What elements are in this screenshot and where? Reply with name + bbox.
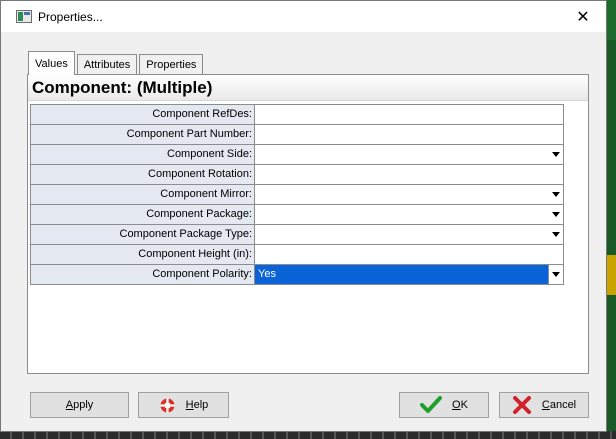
- property-row: Component Rotation:: [31, 165, 563, 185]
- property-label: Component RefDes:: [31, 105, 255, 124]
- close-button[interactable]: ✕: [560, 1, 606, 32]
- property-label: Component Part Number:: [31, 125, 255, 144]
- dropdown-arrow-icon[interactable]: [548, 185, 563, 204]
- property-input[interactable]: [255, 165, 563, 184]
- property-dropdown[interactable]: [255, 205, 563, 224]
- values-panel: Component: (Multiple) Component RefDes: C…: [27, 74, 589, 374]
- ok-label: K: [460, 399, 468, 411]
- properties-dialog: Properties... ✕ Values Attributes Proper…: [0, 0, 607, 432]
- property-row: Component Package:: [31, 205, 563, 225]
- apply-mnemonic: A: [65, 399, 74, 411]
- dropdown-arrow-icon[interactable]: [548, 225, 563, 244]
- property-label: Component Side:: [31, 145, 255, 164]
- property-row: Component Part Number:: [31, 125, 563, 145]
- property-dropdown[interactable]: [255, 185, 563, 204]
- property-label: Component Height (in):: [31, 245, 255, 264]
- property-dropdown[interactable]: [255, 145, 563, 164]
- dropdown-arrow-icon[interactable]: [548, 265, 563, 284]
- panel-title: Component: (Multiple): [28, 75, 588, 101]
- ok-button[interactable]: OK: [399, 392, 489, 418]
- help-button[interactable]: Help: [138, 392, 229, 418]
- property-input[interactable]: [255, 245, 563, 264]
- property-label: Component Rotation:: [31, 165, 255, 184]
- background-app-right: [606, 40, 616, 439]
- background-app-trace-right: [606, 255, 616, 295]
- close-icon: ✕: [576, 8, 590, 26]
- title-bar[interactable]: Properties... ✕: [1, 1, 606, 32]
- tab-values[interactable]: Values: [28, 51, 75, 75]
- apply-button[interactable]: Apply: [30, 392, 129, 418]
- tab-attributes[interactable]: Attributes: [76, 54, 138, 74]
- cancel-label: ancel: [549, 399, 577, 411]
- property-label: Component Package:: [31, 205, 255, 224]
- ok-mnemonic: O: [452, 399, 461, 411]
- property-label: Component Polarity:: [31, 265, 255, 284]
- property-value: Yes: [258, 268, 276, 280]
- property-row: Component RefDes:: [31, 105, 563, 125]
- property-row: Component Side:: [31, 145, 563, 165]
- app-icon: [16, 10, 32, 23]
- tab-properties[interactable]: Properties: [139, 54, 204, 74]
- property-input[interactable]: [255, 125, 563, 144]
- property-row: Component Height (in):: [31, 245, 563, 265]
- property-input[interactable]: [255, 105, 563, 124]
- property-row: Component Polarity: Yes: [31, 265, 563, 285]
- cancel-button[interactable]: Cancel: [499, 392, 589, 418]
- property-row: Component Package Type:: [31, 225, 563, 245]
- property-dropdown[interactable]: [255, 225, 563, 244]
- help-label: elp: [193, 399, 209, 411]
- property-label: Component Mirror:: [31, 185, 255, 204]
- cancel-mnemonic: C: [541, 399, 550, 411]
- tab-bar: Values Attributes Properties: [28, 50, 205, 75]
- dropdown-arrow-icon[interactable]: [548, 145, 563, 164]
- window-title: Properties...: [38, 9, 103, 24]
- red-x-icon: [512, 396, 532, 414]
- dropdown-arrow-icon[interactable]: [548, 205, 563, 224]
- apply-label: pply: [73, 399, 94, 411]
- lifebuoy-icon: [159, 397, 176, 414]
- help-mnemonic: H: [185, 399, 194, 411]
- property-grid: Component RefDes: Component Part Number: C…: [30, 104, 564, 285]
- checkmark-icon: [420, 396, 443, 414]
- property-label: Component Package Type:: [31, 225, 255, 244]
- property-dropdown[interactable]: Yes: [255, 265, 563, 284]
- property-row: Component Mirror:: [31, 185, 563, 205]
- background-app-bottom-strip: [0, 431, 616, 439]
